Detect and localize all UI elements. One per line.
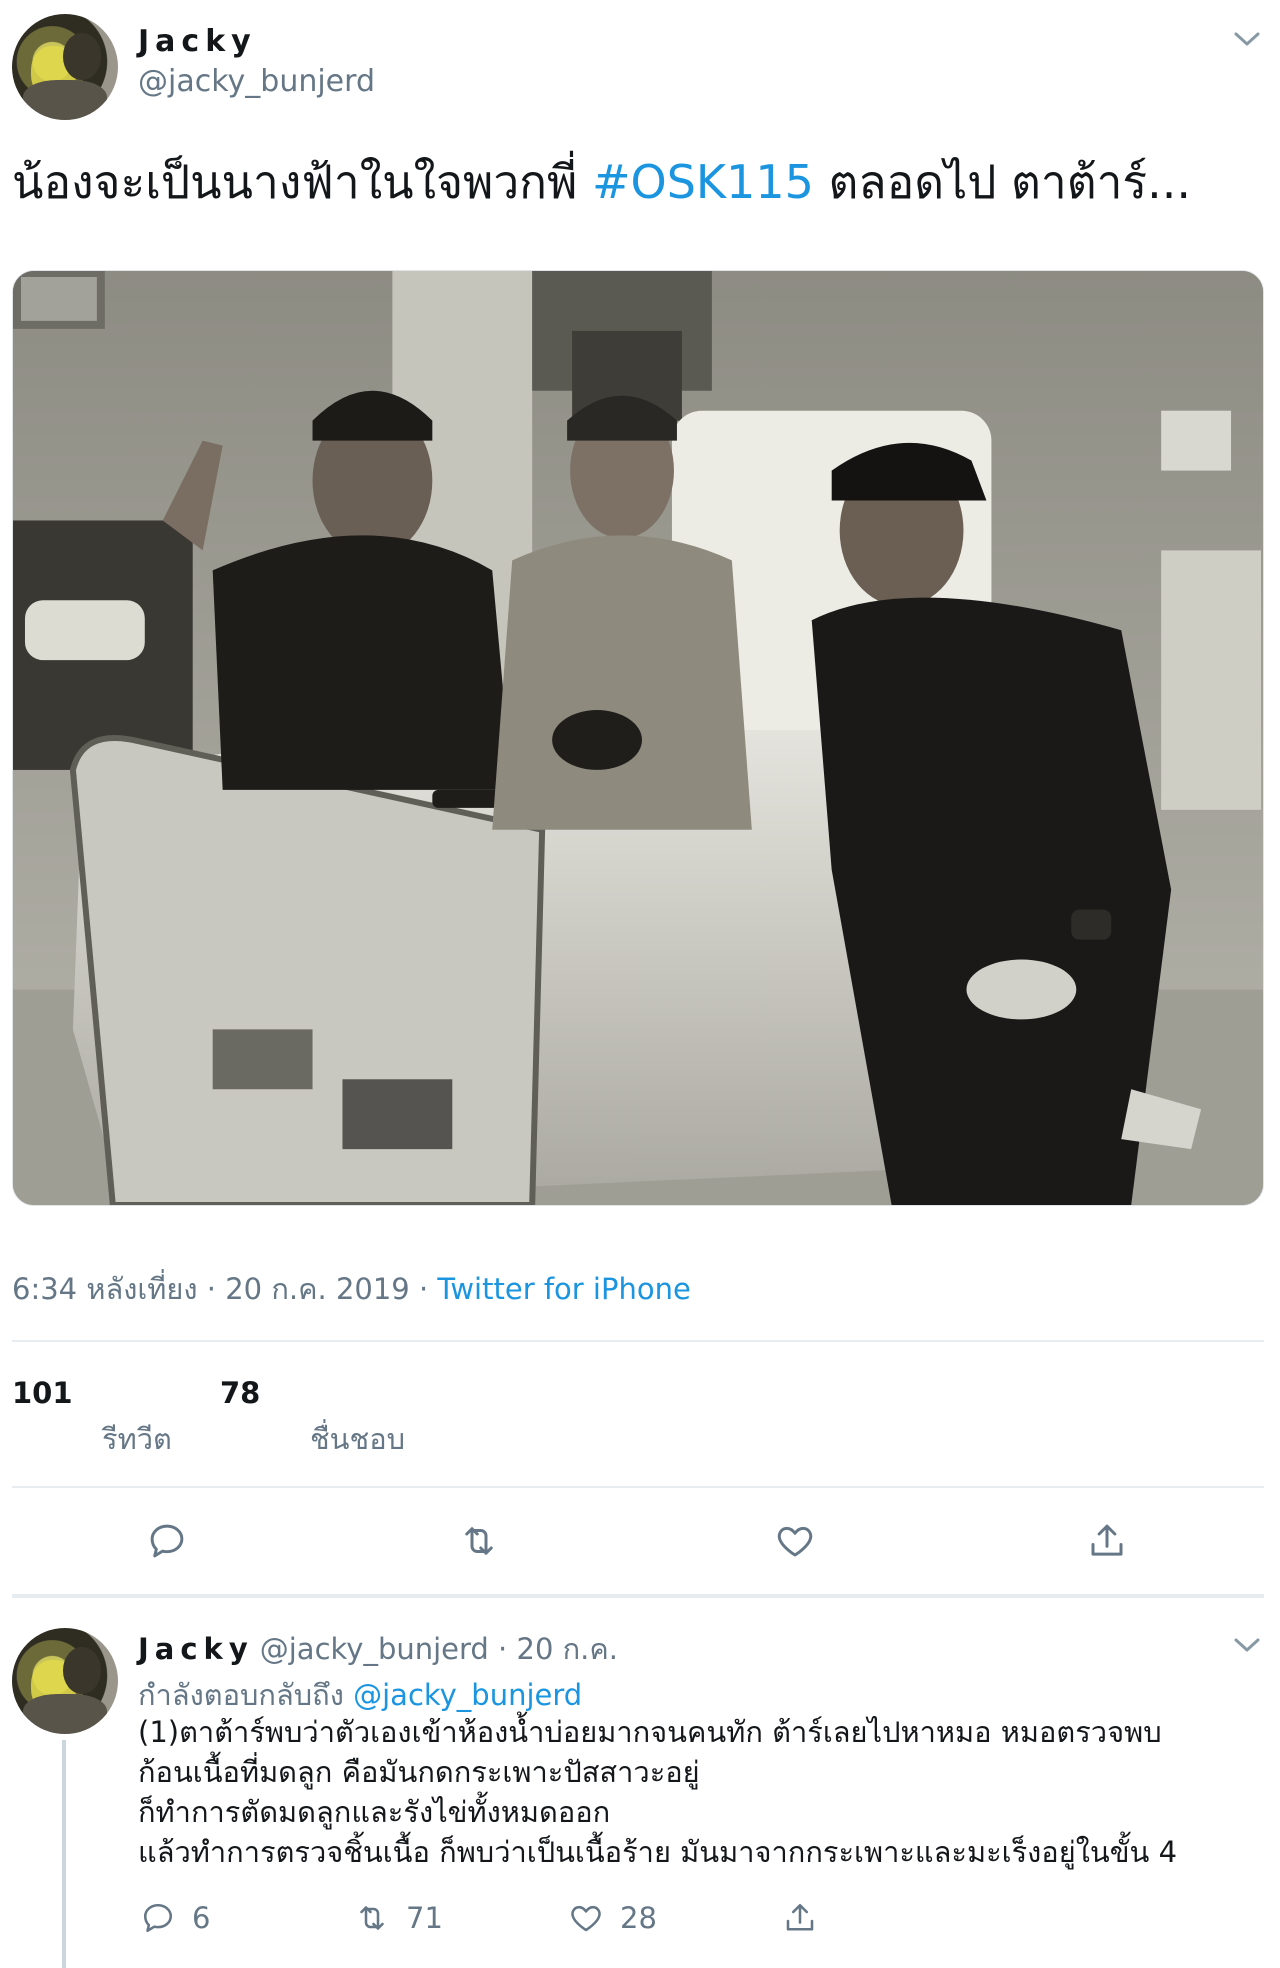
hashtag-link[interactable]: #OSK115 (592, 155, 814, 209)
tweet-source[interactable]: Twitter for iPhone (437, 1272, 690, 1306)
reply-line: แล้วทำการตรวจชิ้นเนื้อ ก็พบว่าเป็นเนื้อร… (138, 1835, 1178, 1869)
retweet-button[interactable]: 71 (354, 1900, 443, 1936)
divider (12, 1340, 1264, 1342)
heart-icon (777, 1526, 813, 1557)
retweet-label[interactable]: รีทวีต (102, 1416, 172, 1462)
reply-line: ก็ทำการตัดมดลูกและรังไข่ทั้งหมดออก (138, 1795, 611, 1829)
like-count[interactable]: 78 (220, 1376, 260, 1410)
reply-button[interactable] (146, 1520, 188, 1562)
tweet-photo[interactable] (12, 270, 1264, 1206)
share-button[interactable] (1086, 1520, 1128, 1562)
tweet-timestamp[interactable]: 6:34 หลังเที่ยง · 20 ก.ค. 2019 · (12, 1272, 437, 1306)
reply-handle-date[interactable]: @jacky_bunjerd · 20 ก.ค. (260, 1632, 618, 1666)
like-button[interactable]: 28 (568, 1900, 657, 1936)
retweet-icon (360, 1906, 384, 1930)
display-name[interactable]: Jacky (138, 24, 257, 59)
like-button[interactable] (774, 1520, 816, 1562)
tweet-meta: 6:34 หลังเที่ยง · 20 ก.ค. 2019 · Twitter… (12, 1266, 691, 1312)
reply-line: ก้อนเนื้อที่มดลูก คือมันกดกระเพาะปัสสาวะ… (138, 1755, 700, 1789)
reply-header: Jacky @jacky_bunjerd · 20 ก.ค. (138, 1626, 618, 1672)
reply-text: (1)ตาต้าร์พบว่าตัวเองเข้าห้องน้ำบ่อยมากจ… (138, 1712, 1258, 1872)
divider (12, 1486, 1264, 1488)
reply-line: (1)ตาต้าร์พบว่าตัวเองเข้าห้องน้ำบ่อยมากจ… (138, 1715, 1162, 1749)
tweet-text-start: น้องจะเป็นนางฟ้าในใจพวกพี่ (12, 155, 592, 209)
replying-prefix: กำลังตอบกลับถึง (138, 1678, 354, 1712)
chevron-down-icon[interactable] (1230, 1628, 1264, 1662)
reply-icon (143, 1903, 173, 1933)
mention-link[interactable]: @jacky_bunjerd (353, 1678, 582, 1712)
chevron-down-icon[interactable] (1230, 22, 1264, 56)
thread-line (62, 1740, 66, 1968)
share-icon (1091, 1524, 1123, 1556)
retweet-icon (465, 1527, 493, 1555)
retweet-count[interactable]: 101 (12, 1376, 73, 1410)
retweet-count: 71 (406, 1901, 443, 1935)
tweet-text-end: ตลอดไป ตาต้าร์... (813, 155, 1192, 209)
avatar[interactable] (12, 1628, 118, 1734)
share-icon (786, 1903, 814, 1931)
share-button[interactable] (782, 1900, 818, 1936)
reply-icon (150, 1524, 184, 1558)
divider (12, 1594, 1264, 1598)
retweet-button[interactable] (458, 1520, 500, 1562)
reply-display-name[interactable]: Jacky (138, 1632, 254, 1666)
like-count: 28 (620, 1901, 657, 1935)
tweet-text: น้องจะเป็นนางฟ้าในใจพวกพี่ #OSK115 ตลอดไ… (12, 150, 1262, 214)
user-handle[interactable]: @jacky_bunjerd (138, 64, 375, 99)
reply-count: 6 (192, 1901, 211, 1935)
photo-image (13, 271, 1263, 1205)
avatar[interactable] (12, 14, 118, 120)
tweet-page: Jacky @jacky_bunjerd น้องจะเป็นนางฟ้าในใ… (0, 0, 1280, 1968)
heart-icon (571, 1905, 601, 1932)
like-label[interactable]: ชื่นชอบ (310, 1416, 405, 1462)
reply-button[interactable]: 6 (140, 1900, 210, 1936)
